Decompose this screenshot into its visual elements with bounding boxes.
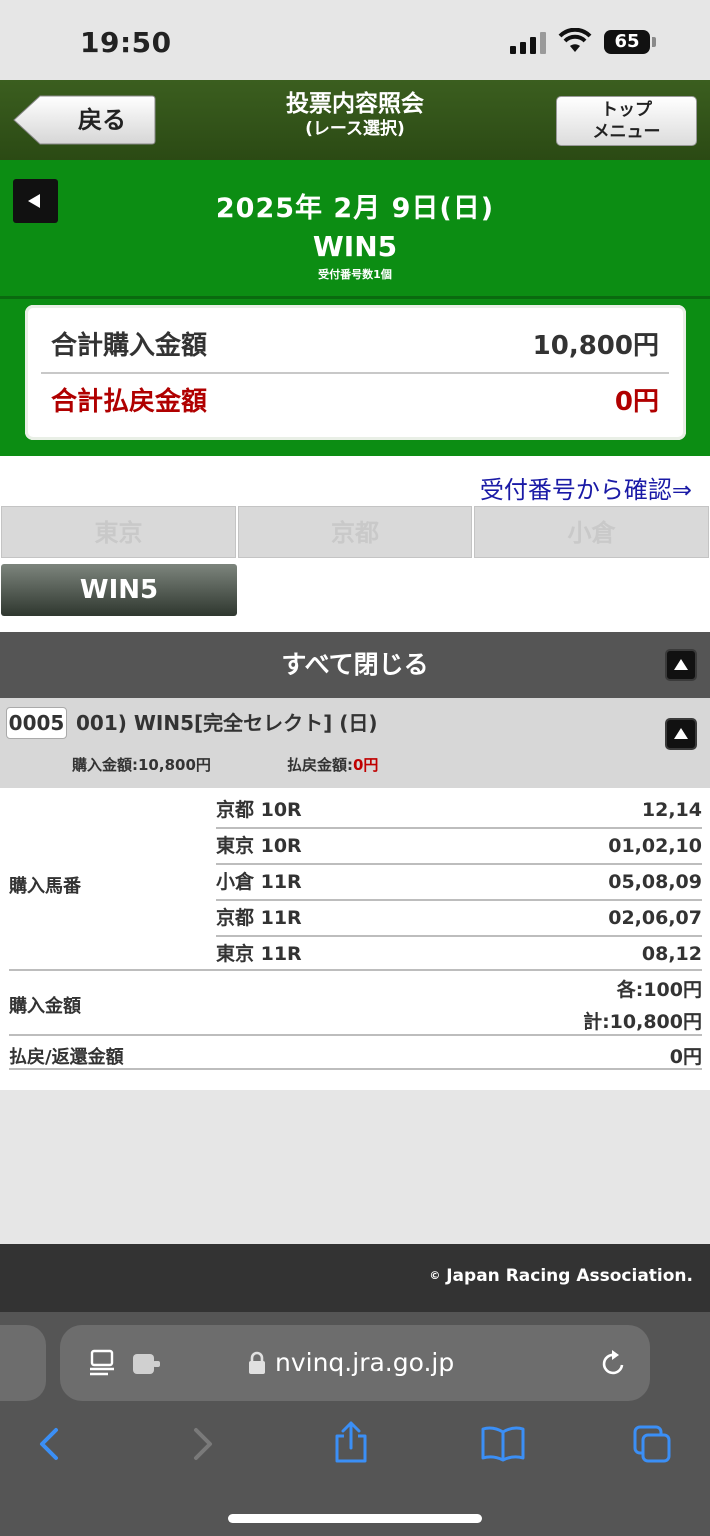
reload-icon[interactable] [600,1349,628,1379]
race-numbers: 05,08,09 [608,871,702,893]
race-name: 京都 10R [216,799,302,821]
back-button[interactable]: 戻る [12,95,156,145]
confirm-by-receipt-link[interactable]: 受付番号から確認⇒ [480,470,692,505]
page-title-sub: (レース選択) [305,119,405,139]
race-row: 東京 11R 08,12 [216,937,702,973]
cellular-signal-icon [510,32,548,54]
site-footer: © Japan Racing Association. [0,1244,710,1312]
race-numbers: 08,12 [641,943,702,965]
race-row: 京都 10R 12,14 [216,793,702,829]
collapse-ticket-icon[interactable] [665,718,697,750]
back-icon[interactable] [30,1424,70,1464]
tab-kokura[interactable]: 小倉 [474,506,709,558]
race-numbers: 12,14 [641,799,702,821]
total-purchase-label: 合計購入金額 [51,331,208,361]
close-all-label: すべて閉じる [281,650,429,679]
copyright-text: Japan Racing Association. [446,1266,693,1286]
page-title-main: 投票内容照会 [286,91,424,117]
amount-total: 計:10,800円 [583,1011,702,1033]
tab-tokyo[interactable]: 東京 [1,506,236,558]
tab-kyoto[interactable]: 京都 [238,506,472,558]
copyright-symbol: © [429,1269,441,1282]
divider [9,969,702,971]
forward-icon[interactable] [182,1424,222,1464]
amount-each: 各:100円 [616,979,702,1001]
wifi-icon [558,28,592,52]
race-row: 東京 10R 01,02,10 [216,829,702,865]
total-purchase-row: 合計購入金額 10,800円 [41,319,669,374]
bookmarks-icon[interactable] [480,1424,526,1464]
purchase-amount-label: 購入金額 [9,996,81,1017]
lock-icon [249,1351,265,1374]
ticket-purchase-amount-label: 購入金額: [72,756,138,774]
race-name: 東京 11R [216,943,302,965]
url-text: nvinq.jra.go.jp [275,1348,455,1377]
race-name: 東京 10R [216,835,302,857]
total-payout-value: 0円 [614,387,659,417]
receipt-count: 受付番号数1個 [318,268,392,281]
race-name: 京都 11R [216,907,302,929]
ticket-payout-amount: 払戻金額:0円 [287,754,378,775]
battery-tip [652,37,656,47]
reader-icon[interactable] [88,1349,116,1377]
home-indicator [228,1514,482,1523]
total-payout-label: 合計払戻金額 [51,387,208,417]
race-numbers: 02,06,07 [608,907,702,929]
page-bottom-area [0,1090,710,1244]
ticket-payout-amount-value: 0円 [353,756,379,774]
address-bar[interactable]: nvinq.jra.go.jp [60,1325,650,1401]
refund-value: 0円 [669,1046,702,1068]
totals-card: 合計購入金額 10,800円 合計払戻金額 0円 [25,305,686,440]
purchased-horses-label: 購入馬番 [9,876,81,897]
bet-type: WIN5 [312,230,398,263]
close-all-bar[interactable]: すべて閉じる [0,632,710,698]
battery-icon: 65 [604,30,650,54]
total-payout-row: 合計払戻金額 0円 [41,375,669,430]
top-menu-button[interactable]: トップ メニュー [556,96,697,146]
copyright: © Japan Racing Association. [429,1266,693,1286]
race-numbers: 01,02,10 [608,835,702,857]
refund-label: 払戻/返還金額 [9,1047,124,1068]
previous-date-button[interactable] [13,179,58,223]
date-panel-divider [0,296,710,299]
status-bar: 19:50 65 [0,0,710,80]
divider [9,1068,702,1070]
race-row: 小倉 11R 05,08,09 [216,865,702,901]
race-date: 2025年 2月 9日(日) [215,193,495,224]
ticket-title: 001) WIN5[完全セレクト] (日) [76,711,378,735]
back-button-label: 戻る [78,106,126,134]
status-time: 19:50 [80,26,172,59]
tab-win5[interactable]: WIN5 [1,564,237,616]
divider [9,1034,702,1036]
total-purchase-value: 10,800円 [532,331,659,361]
top-menu-label-1: トップ [601,100,652,120]
top-menu-label-2: メニュー [592,122,661,142]
ticket-purchase-amount-value: 10,800円 [138,756,211,774]
share-icon[interactable] [331,1420,371,1464]
ticket-number: 0005 [6,707,67,739]
race-name: 小倉 11R [216,871,302,893]
previous-tab-preview[interactable] [0,1325,46,1401]
collapse-all-icon[interactable] [665,649,697,681]
ticket-payout-amount-label: 払戻金額: [287,756,353,774]
page-title: 投票内容照会 (レース選択) [200,90,510,140]
tabs-icon[interactable] [632,1424,672,1464]
race-row: 京都 11R 02,06,07 [216,901,702,937]
extension-icon[interactable] [132,1353,162,1375]
ticket-purchase-amount: 購入金額:10,800円 [72,754,211,775]
